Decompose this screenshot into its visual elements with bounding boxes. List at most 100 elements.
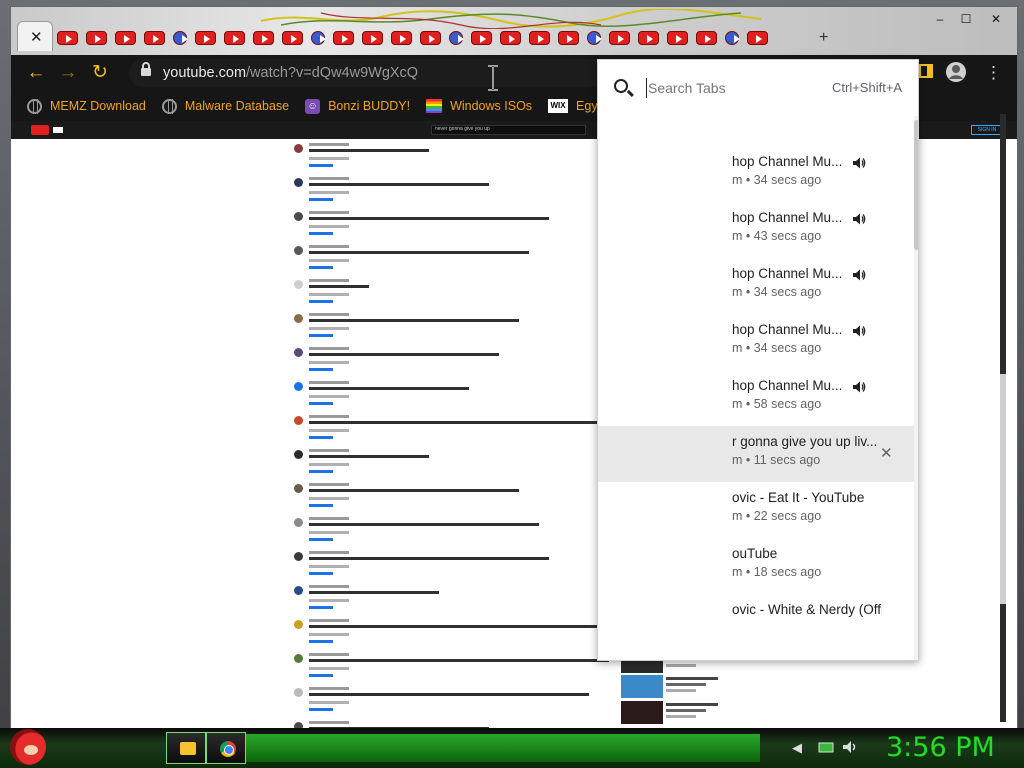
- comment-author[interactable]: [309, 721, 349, 724]
- tab-result-item[interactable]: hop Channel Mu... m • 58 secs ago: [598, 370, 914, 426]
- youtube-tab-favicon-icon[interactable]: [391, 31, 412, 45]
- active-tab[interactable]: ✕: [17, 21, 53, 51]
- page-scrollbar[interactable]: [1000, 114, 1006, 722]
- view-replies-link[interactable]: [309, 708, 333, 711]
- search-tabs-input[interactable]: [646, 78, 816, 98]
- avatar[interactable]: [294, 280, 303, 289]
- network-icon[interactable]: [818, 742, 834, 757]
- comment-actions[interactable]: [309, 157, 349, 160]
- avatar[interactable]: [294, 212, 303, 221]
- view-replies-link[interactable]: [309, 504, 333, 507]
- forward-icon[interactable]: →: [55, 60, 81, 86]
- menu-dots-icon[interactable]: ⋮: [985, 63, 1002, 83]
- youtube-tab-favicon-icon[interactable]: [311, 31, 326, 45]
- view-replies-link[interactable]: [309, 572, 333, 575]
- comment-author[interactable]: [309, 279, 349, 282]
- comment-author[interactable]: [309, 517, 349, 520]
- avatar[interactable]: [294, 484, 303, 493]
- view-replies-link[interactable]: [309, 538, 333, 541]
- tab-result-item[interactable]: hop Channel Mu... m • 34 secs ago: [598, 314, 914, 370]
- recommended-video[interactable]: [621, 674, 725, 699]
- comment-author[interactable]: [309, 687, 349, 690]
- avatar[interactable]: [294, 654, 303, 663]
- avatar[interactable]: [294, 348, 303, 357]
- view-replies-link[interactable]: [309, 470, 333, 473]
- start-button-bird-icon[interactable]: [10, 729, 46, 765]
- tab-result-item[interactable]: hop Channel Mu... m • 43 secs ago: [598, 202, 914, 258]
- comment-actions[interactable]: [309, 191, 349, 194]
- comment-actions[interactable]: [309, 395, 349, 398]
- comment-author[interactable]: [309, 415, 349, 418]
- avatar[interactable]: [294, 144, 303, 153]
- video-title[interactable]: [666, 677, 718, 681]
- comment-actions[interactable]: [309, 667, 349, 670]
- youtube-tab-favicon-icon[interactable]: [282, 31, 303, 45]
- comment-actions[interactable]: [309, 497, 349, 500]
- youtube-tab-favicon-icon[interactable]: [747, 31, 768, 45]
- comment-actions[interactable]: [309, 429, 349, 432]
- tab-result-item[interactable]: r gonna give you up liv... m • 11 secs ag…: [598, 426, 914, 482]
- youtube-tab-favicon-icon[interactable]: [529, 31, 550, 45]
- comment-author[interactable]: [309, 449, 349, 452]
- comment-actions[interactable]: [309, 259, 349, 262]
- avatar[interactable]: [294, 552, 303, 561]
- youtube-tab-favicon-icon[interactable]: [86, 31, 107, 45]
- youtube-tab-favicon-icon[interactable]: [420, 31, 441, 45]
- comment-actions[interactable]: [309, 327, 349, 330]
- youtube-tab-favicon-icon[interactable]: [667, 31, 688, 45]
- tab-result-item[interactable]: hop Channel Mu... m • 34 secs ago: [598, 258, 914, 314]
- close-window-button[interactable]: ✕: [983, 10, 1009, 28]
- avatar[interactable]: [294, 314, 303, 323]
- comment-author[interactable]: [309, 381, 349, 384]
- youtube-tab-favicon-icon[interactable]: [144, 31, 165, 45]
- avatar[interactable]: [294, 450, 303, 459]
- comment-author[interactable]: [309, 313, 349, 316]
- profile-avatar-icon[interactable]: [945, 61, 967, 88]
- avatar[interactable]: [294, 178, 303, 187]
- tray-arrow-icon[interactable]: ◀: [792, 740, 802, 756]
- taskbar-chrome[interactable]: [206, 732, 246, 764]
- tab-result-item[interactable]: hop Channel Mu... m • 34 secs ago: [598, 146, 914, 202]
- youtube-tab-favicon-icon[interactable]: [609, 31, 630, 45]
- comment-actions[interactable]: [309, 361, 349, 364]
- comment-author[interactable]: [309, 177, 349, 180]
- bookmark-item[interactable]: MEMZ Download: [27, 98, 146, 114]
- bookmark-item[interactable]: Windows ISOs: [426, 99, 532, 113]
- recommended-video[interactable]: [621, 700, 725, 725]
- comment-author[interactable]: [309, 143, 349, 146]
- view-replies-link[interactable]: [309, 606, 333, 609]
- youtube-tab-favicon-icon[interactable]: [195, 31, 216, 45]
- comment-author[interactable]: [309, 483, 349, 486]
- youtube-search-box[interactable]: never gonna give you up: [431, 125, 586, 135]
- youtube-tab-favicon-icon[interactable]: [362, 31, 383, 45]
- comment-actions[interactable]: [309, 293, 349, 296]
- youtube-tab-favicon-icon[interactable]: [173, 31, 188, 45]
- youtube-tab-favicon-icon[interactable]: [57, 31, 78, 45]
- avatar[interactable]: [294, 518, 303, 527]
- avatar[interactable]: [294, 382, 303, 391]
- view-replies-link[interactable]: [309, 640, 333, 643]
- reading-list-icon[interactable]: [919, 63, 933, 83]
- view-replies-link[interactable]: [309, 334, 333, 337]
- view-replies-link[interactable]: [309, 674, 333, 677]
- youtube-tab-favicon-icon[interactable]: [471, 31, 492, 45]
- avatar[interactable]: [294, 246, 303, 255]
- view-replies-link[interactable]: [309, 198, 333, 201]
- youtube-tab-favicon-icon[interactable]: [333, 31, 354, 45]
- comment-author[interactable]: [309, 653, 349, 656]
- bookmark-item[interactable]: Malware Database: [161, 98, 289, 114]
- video-title[interactable]: [666, 702, 718, 706]
- taskbar-explorer[interactable]: [166, 732, 206, 764]
- youtube-logo-icon[interactable]: [31, 125, 49, 135]
- bookmark-item[interactable]: ☺ Bonzi BUDDY!: [305, 98, 410, 114]
- taskbar-clock[interactable]: 3:56 PM: [886, 732, 995, 763]
- comment-author[interactable]: [309, 551, 349, 554]
- comment-actions[interactable]: [309, 633, 349, 636]
- avatar[interactable]: [294, 586, 303, 595]
- back-icon[interactable]: ←: [23, 60, 49, 86]
- avatar[interactable]: [294, 416, 303, 425]
- comment-author[interactable]: [309, 245, 349, 248]
- comment-actions[interactable]: [309, 463, 349, 466]
- new-tab-icon[interactable]: +: [819, 29, 828, 47]
- view-replies-link[interactable]: [309, 232, 333, 235]
